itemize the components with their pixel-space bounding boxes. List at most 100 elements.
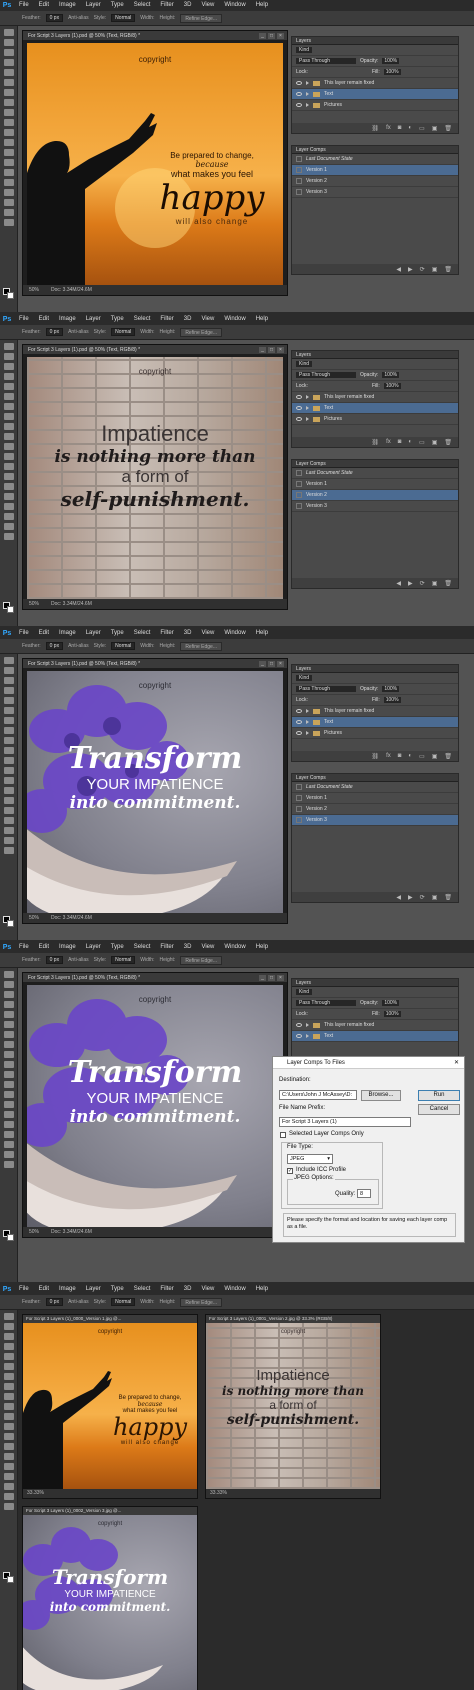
quality-field[interactable]: 8 bbox=[357, 1189, 371, 1198]
layer-row[interactable]: This layer remain fixed bbox=[292, 1020, 458, 1031]
next-comp-icon[interactable]: ▶ bbox=[408, 894, 413, 901]
next-comp-icon[interactable]: ▶ bbox=[408, 266, 413, 273]
eye-icon[interactable] bbox=[296, 731, 302, 735]
blend-mode-select[interactable]: Pass Through bbox=[296, 1000, 356, 1006]
expand-icon[interactable] bbox=[306, 1034, 309, 1038]
menu-filter[interactable]: Filter bbox=[155, 942, 178, 953]
path-select-tool-icon[interactable] bbox=[4, 189, 14, 196]
eye-icon[interactable] bbox=[296, 81, 302, 85]
update-icon[interactable]: ⟳ bbox=[420, 894, 425, 901]
type-tool-icon[interactable] bbox=[4, 179, 14, 186]
layer-comp-row[interactable]: Version 1 bbox=[292, 165, 458, 176]
menu-filter[interactable]: Filter bbox=[155, 1284, 178, 1295]
pen-tool-icon[interactable] bbox=[4, 169, 14, 176]
close-icon[interactable]: × bbox=[277, 974, 284, 981]
output-window-1[interactable]: For Script 3 Layers (1)_0000_Version 1.j… bbox=[22, 1314, 198, 1499]
marquee-tool-icon[interactable] bbox=[4, 353, 14, 360]
blur-tool-icon[interactable] bbox=[4, 1091, 14, 1098]
expand-icon[interactable] bbox=[306, 731, 309, 735]
opacity-input[interactable]: 100% bbox=[382, 58, 400, 64]
path-select-tool-icon[interactable] bbox=[4, 817, 14, 824]
type-tool-icon[interactable] bbox=[4, 807, 14, 814]
blend-mode-select[interactable]: Pass Through bbox=[296, 58, 356, 64]
move-tool-icon[interactable] bbox=[4, 343, 14, 350]
background-color-swatch[interactable] bbox=[7, 292, 14, 299]
menu-image[interactable]: Image bbox=[54, 314, 81, 325]
gradient-tool-icon[interactable] bbox=[4, 767, 14, 774]
new-comp-icon[interactable]: ▣ bbox=[432, 266, 438, 273]
move-tool-icon[interactable] bbox=[4, 1313, 14, 1320]
feather-input[interactable]: 0 px bbox=[45, 328, 64, 336]
layer-comp-row[interactable]: Last Document State bbox=[292, 782, 458, 793]
prev-comp-icon[interactable]: ◀ bbox=[396, 580, 401, 587]
menu-file[interactable]: File bbox=[14, 314, 34, 325]
dodge-tool-icon[interactable] bbox=[4, 1443, 14, 1450]
layer-comp-row[interactable]: Last Document State bbox=[292, 468, 458, 479]
run-button[interactable]: Run bbox=[418, 1090, 460, 1101]
blend-mode-select[interactable]: Pass Through bbox=[296, 372, 356, 378]
quick-select-tool-icon[interactable] bbox=[4, 59, 14, 66]
new-comp-icon[interactable]: ▣ bbox=[432, 580, 438, 587]
healing-tool-icon[interactable] bbox=[4, 403, 14, 410]
expand-icon[interactable] bbox=[306, 103, 309, 107]
marquee-tool-icon[interactable] bbox=[4, 667, 14, 674]
hand-tool-icon[interactable] bbox=[4, 209, 14, 216]
fill-input[interactable]: 100% bbox=[383, 1011, 401, 1017]
marquee-tool-icon[interactable] bbox=[4, 981, 14, 988]
blur-tool-icon[interactable] bbox=[4, 463, 14, 470]
shape-tool-icon[interactable] bbox=[4, 1483, 14, 1490]
background-color-swatch[interactable] bbox=[7, 606, 14, 613]
fill-input[interactable]: 100% bbox=[383, 69, 401, 75]
layer-comp-row[interactable]: Version 2 bbox=[292, 804, 458, 815]
new-comp-icon[interactable]: ▣ bbox=[432, 894, 438, 901]
menu-filter[interactable]: Filter bbox=[155, 0, 178, 11]
maximize-icon[interactable]: □ bbox=[268, 32, 275, 39]
next-comp-icon[interactable]: ▶ bbox=[408, 580, 413, 587]
menu-image[interactable]: Image bbox=[54, 1284, 81, 1295]
background-color-swatch[interactable] bbox=[7, 1234, 14, 1241]
style-select[interactable]: Normal bbox=[111, 956, 136, 964]
layer-row[interactable]: Text bbox=[292, 89, 458, 100]
layer-comp-row[interactable]: Last Document State bbox=[292, 154, 458, 165]
trash-icon[interactable]: 🗑 bbox=[444, 125, 452, 132]
canvas-brick[interactable]: copyright Impatience is nothing more tha… bbox=[27, 357, 283, 599]
move-tool-icon[interactable] bbox=[4, 29, 14, 36]
blend-mode-select[interactable]: Pass Through bbox=[296, 686, 356, 692]
layer-comp-row[interactable]: Version 1 bbox=[292, 793, 458, 804]
expand-icon[interactable] bbox=[306, 92, 309, 96]
layer-row[interactable]: Text bbox=[292, 717, 458, 728]
mask-icon[interactable]: ◙ bbox=[398, 753, 402, 759]
menu-view[interactable]: View bbox=[196, 314, 219, 325]
antialias-checkbox[interactable]: Anti-alias bbox=[68, 957, 89, 963]
refine-edge-button[interactable]: Refine Edge... bbox=[180, 327, 222, 337]
menu-edit[interactable]: Edit bbox=[34, 0, 54, 11]
layer-row[interactable]: This layer remain fixed bbox=[292, 706, 458, 717]
stamp-tool-icon[interactable] bbox=[4, 1051, 14, 1058]
brush-tool-icon[interactable] bbox=[4, 413, 14, 420]
opacity-input[interactable]: 100% bbox=[382, 372, 400, 378]
gradient-tool-icon[interactable] bbox=[4, 1423, 14, 1430]
output-window-3[interactable]: For Script 3 Layers (1)_0002_Version 3.j… bbox=[22, 1506, 198, 1690]
lasso-tool-icon[interactable] bbox=[4, 991, 14, 998]
dodge-tool-icon[interactable] bbox=[4, 1101, 14, 1108]
eye-icon[interactable] bbox=[296, 720, 302, 724]
healing-tool-icon[interactable] bbox=[4, 1373, 14, 1380]
icc-checkbox[interactable]: ✓ bbox=[287, 1168, 293, 1174]
maximize-icon[interactable]: □ bbox=[268, 974, 275, 981]
refine-edge-button[interactable]: Refine Edge... bbox=[180, 1297, 222, 1307]
path-select-tool-icon[interactable] bbox=[4, 503, 14, 510]
lasso-tool-icon[interactable] bbox=[4, 49, 14, 56]
link-icon[interactable]: ⛓ bbox=[371, 439, 379, 446]
menu-file[interactable]: File bbox=[14, 628, 34, 639]
type-tool-icon[interactable] bbox=[4, 1121, 14, 1128]
menu-select[interactable]: Select bbox=[129, 942, 156, 953]
menu-3d[interactable]: 3D bbox=[179, 628, 197, 639]
shape-tool-icon[interactable] bbox=[4, 827, 14, 834]
menu-select[interactable]: Select bbox=[129, 0, 156, 11]
menu-file[interactable]: File bbox=[14, 0, 34, 11]
menu-layer[interactable]: Layer bbox=[81, 314, 106, 325]
menu-select[interactable]: Select bbox=[129, 1284, 156, 1295]
stamp-tool-icon[interactable] bbox=[4, 737, 14, 744]
link-icon[interactable]: ⛓ bbox=[371, 125, 379, 132]
gradient-tool-icon[interactable] bbox=[4, 453, 14, 460]
